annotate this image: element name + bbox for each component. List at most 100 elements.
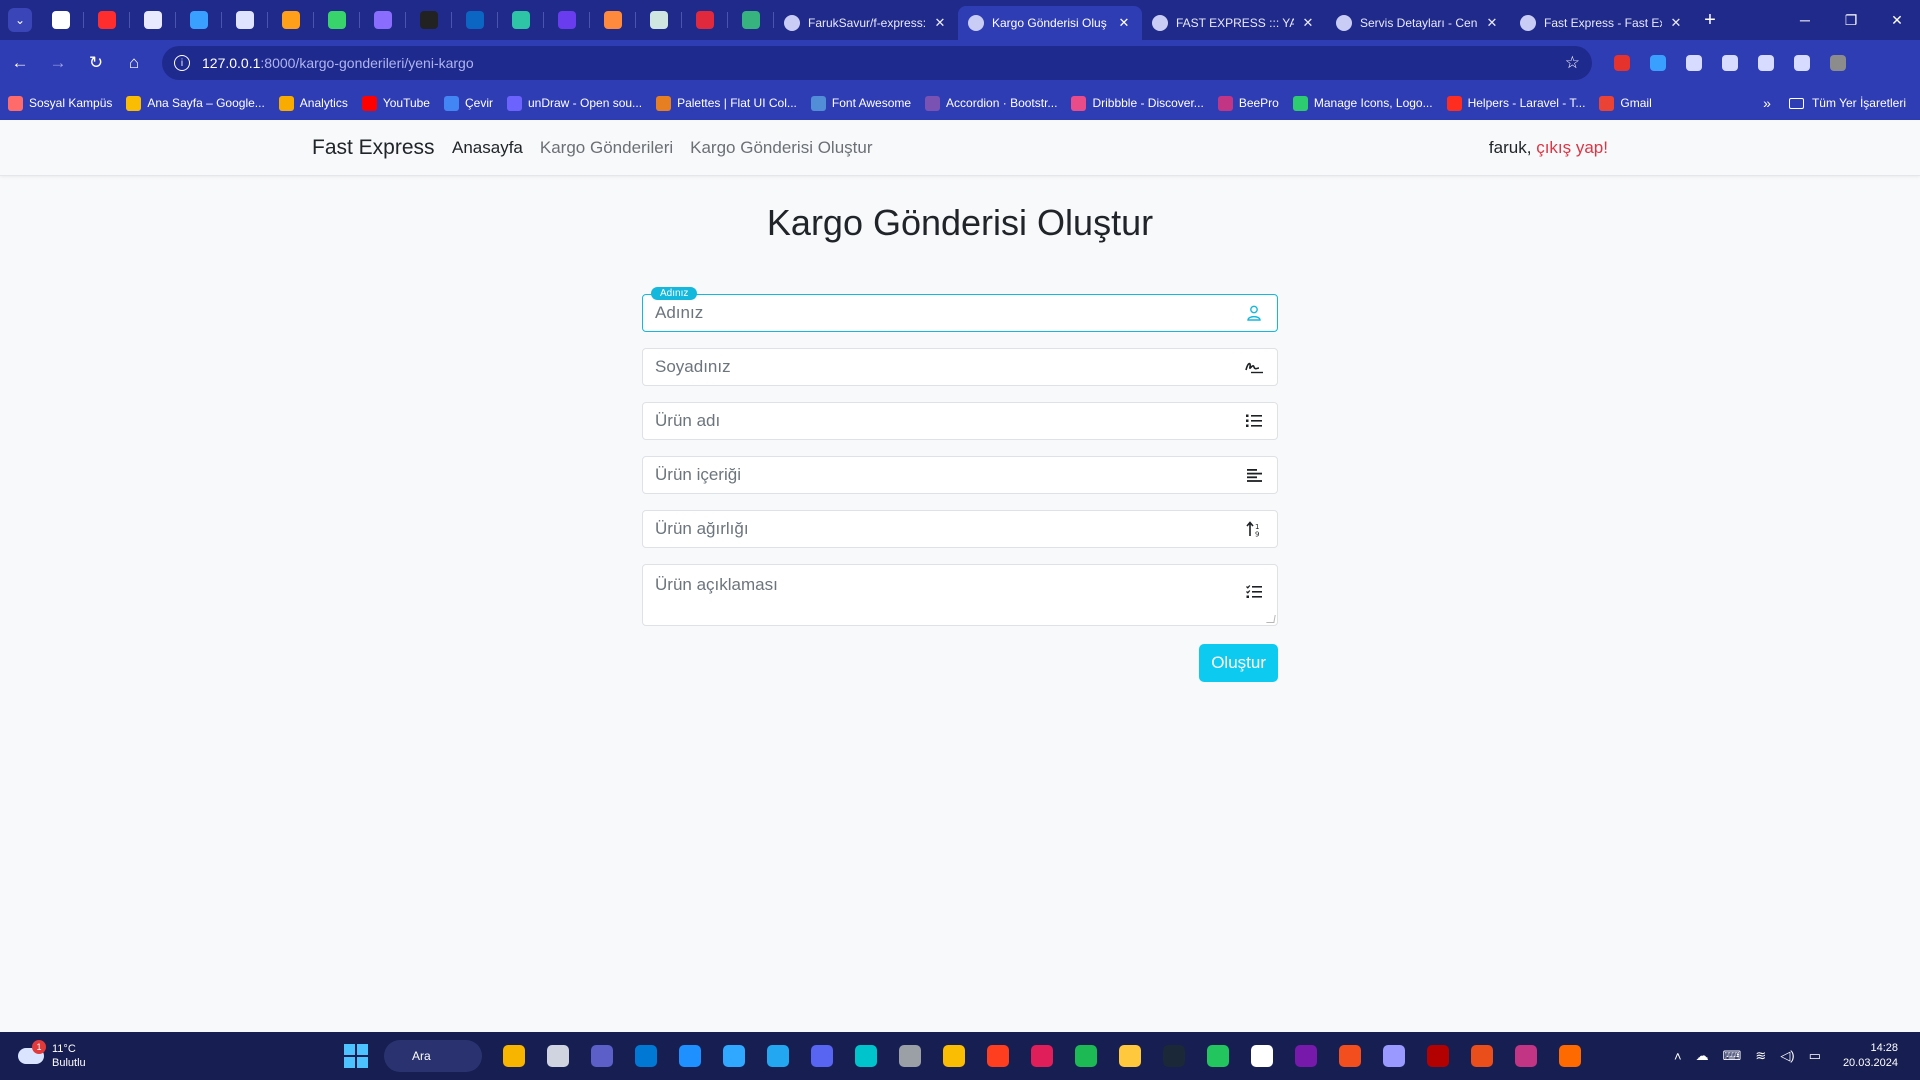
close-tab-icon[interactable]: ✕ — [1484, 15, 1500, 31]
onedrive-icon[interactable]: ☁ — [1696, 1048, 1709, 1064]
close-tab-icon[interactable]: ✕ — [932, 15, 948, 31]
bookmark-item[interactable]: Font Awesome — [810, 95, 911, 111]
product-weight-input[interactable]: Ürün ağırlığı — [655, 519, 1243, 539]
pinned-tab[interactable] — [130, 0, 176, 40]
textarea-resize-handle[interactable] — [1266, 615, 1276, 623]
bookmark-item[interactable]: Çevir — [443, 95, 493, 111]
taskbar-app[interactable] — [1460, 1036, 1504, 1076]
pinned-tab[interactable] — [590, 0, 636, 40]
bookmark-item[interactable]: Sosyal Kampüs — [8, 95, 112, 111]
pinned-tab[interactable] — [636, 0, 682, 40]
taskbar-app[interactable] — [1504, 1036, 1548, 1076]
bookmark-item[interactable]: Analytics — [278, 95, 348, 111]
back-icon[interactable]: ← — [2, 45, 38, 81]
product-weight-field[interactable]: Ürün ağırlığı 19 — [642, 510, 1278, 548]
first-name-input[interactable]: Adınız — [655, 303, 1243, 323]
bookmark-item[interactable]: Accordion · Bootstr... — [925, 95, 1057, 111]
site-brand[interactable]: Fast Express — [312, 136, 435, 160]
pinned-tab[interactable] — [406, 0, 452, 40]
clock[interactable]: 14:28 20.03.2024 — [1843, 1041, 1898, 1071]
taskbar-app[interactable] — [1152, 1036, 1196, 1076]
close-tab-icon[interactable]: ✕ — [1668, 15, 1684, 31]
bookmark-item[interactable]: Palettes | Flat UI Col... — [656, 95, 797, 111]
taskbar-app[interactable] — [1372, 1036, 1416, 1076]
pinned-tab[interactable] — [84, 0, 130, 40]
pinned-tab[interactable] — [314, 0, 360, 40]
last-name-input[interactable]: Soyadınız — [655, 357, 1243, 377]
new-tab-button[interactable]: + — [1694, 9, 1726, 32]
extension-icon[interactable] — [1640, 45, 1676, 81]
taskbar-app[interactable] — [624, 1036, 668, 1076]
close-tab-icon[interactable]: ✕ — [1116, 15, 1132, 31]
taskbar-app[interactable] — [1328, 1036, 1372, 1076]
browser-tab[interactable]: Servis Detayları - Cen ✕ — [1326, 6, 1510, 40]
bookmark-item[interactable]: Gmail — [1599, 95, 1652, 111]
taskbar-app[interactable] — [756, 1036, 800, 1076]
product-content-field[interactable]: Ürün içeriği — [642, 456, 1278, 494]
taskbar-app[interactable] — [888, 1036, 932, 1076]
bookmarks-overflow-icon[interactable]: » — [1763, 95, 1771, 111]
browser-tab[interactable]: FAST EXPRESS ::: YAZI ✕ — [1142, 6, 1326, 40]
bookmark-item[interactable]: unDraw - Open sou... — [507, 95, 642, 111]
taskbar-app[interactable] — [1196, 1036, 1240, 1076]
product-name-input[interactable]: Ürün adı — [655, 411, 1243, 431]
last-name-field[interactable]: Soyadınız — [642, 348, 1278, 386]
first-name-field[interactable]: Adınız Adınız — [642, 287, 1278, 332]
wifi-icon[interactable]: ≋ — [1755, 1048, 1766, 1064]
taskbar-app[interactable] — [536, 1036, 580, 1076]
browser-tab[interactable]: FarukSavur/f-express: ✕ — [774, 6, 958, 40]
create-button[interactable]: Oluştur — [1199, 644, 1278, 682]
pinned-tab[interactable] — [38, 0, 84, 40]
bookmark-item[interactable]: BeePro — [1217, 95, 1279, 111]
pinned-tab[interactable] — [682, 0, 728, 40]
home-icon[interactable]: ⌂ — [116, 45, 152, 81]
taskbar-search[interactable]: Ara — [384, 1040, 482, 1072]
taskbar-app[interactable] — [1064, 1036, 1108, 1076]
taskbar-app[interactable] — [1108, 1036, 1152, 1076]
weather-widget[interactable]: 1 11°C Bulutlu — [18, 1040, 86, 1070]
address-bar[interactable]: i 127.0.0.1:8000/kargo-gonderileri/yeni-… — [162, 46, 1592, 80]
close-tab-icon[interactable]: ✕ — [1300, 15, 1316, 31]
taskbar-app[interactable] — [580, 1036, 624, 1076]
taskbar-app[interactable] — [932, 1036, 976, 1076]
nav-link[interactable]: Anasayfa — [452, 138, 523, 158]
pinned-tab[interactable] — [360, 0, 406, 40]
nav-link[interactable]: Kargo Gönderisi Oluştur — [690, 138, 872, 158]
taskbar-app[interactable] — [1284, 1036, 1328, 1076]
pinned-tab[interactable] — [728, 0, 774, 40]
pinned-tab[interactable] — [222, 0, 268, 40]
start-icon[interactable] — [344, 1044, 368, 1068]
minimize-icon[interactable]: ─ — [1782, 0, 1828, 40]
close-window-icon[interactable]: ✕ — [1874, 0, 1920, 40]
pinned-tab[interactable] — [452, 0, 498, 40]
extension-icon[interactable] — [1820, 45, 1856, 81]
forward-icon[interactable]: → — [40, 45, 76, 81]
taskbar-app[interactable] — [800, 1036, 844, 1076]
taskbar-app[interactable] — [668, 1036, 712, 1076]
taskbar-app[interactable] — [492, 1036, 536, 1076]
browser-tab[interactable]: Kargo Gönderisi Oluş ✕ — [958, 6, 1142, 40]
restore-icon[interactable]: ❐ — [1828, 0, 1874, 40]
tab-search-icon[interactable]: ⌄ — [8, 8, 32, 32]
extension-icon[interactable] — [1712, 45, 1748, 81]
extension-icon[interactable] — [1784, 45, 1820, 81]
browser-tab[interactable]: Fast Express - Fast Ex ✕ — [1510, 6, 1694, 40]
bookmark-item[interactable]: YouTube — [361, 95, 430, 111]
taskbar-app[interactable] — [1548, 1036, 1592, 1076]
pinned-tab[interactable] — [176, 0, 222, 40]
pinned-tab[interactable] — [498, 0, 544, 40]
pinned-tab[interactable] — [544, 0, 590, 40]
taskbar-app[interactable] — [1240, 1036, 1284, 1076]
taskbar-app[interactable] — [844, 1036, 888, 1076]
reload-icon[interactable]: ↻ — [78, 45, 114, 81]
product-content-input[interactable]: Ürün içeriği — [655, 465, 1243, 485]
taskbar-app[interactable] — [1020, 1036, 1064, 1076]
battery-icon[interactable]: ▭ — [1809, 1048, 1821, 1064]
pinned-tab[interactable] — [268, 0, 314, 40]
bookmark-star-icon[interactable]: ☆ — [1565, 53, 1580, 73]
nav-link[interactable]: Kargo Gönderileri — [540, 138, 673, 158]
keyboard-icon[interactable]: ⌨ — [1723, 1048, 1742, 1064]
bookmark-item[interactable]: Manage Icons, Logo... — [1292, 95, 1433, 111]
extension-icon[interactable] — [1604, 45, 1640, 81]
bookmark-item[interactable]: Ana Sayfa – Google... — [126, 95, 265, 111]
